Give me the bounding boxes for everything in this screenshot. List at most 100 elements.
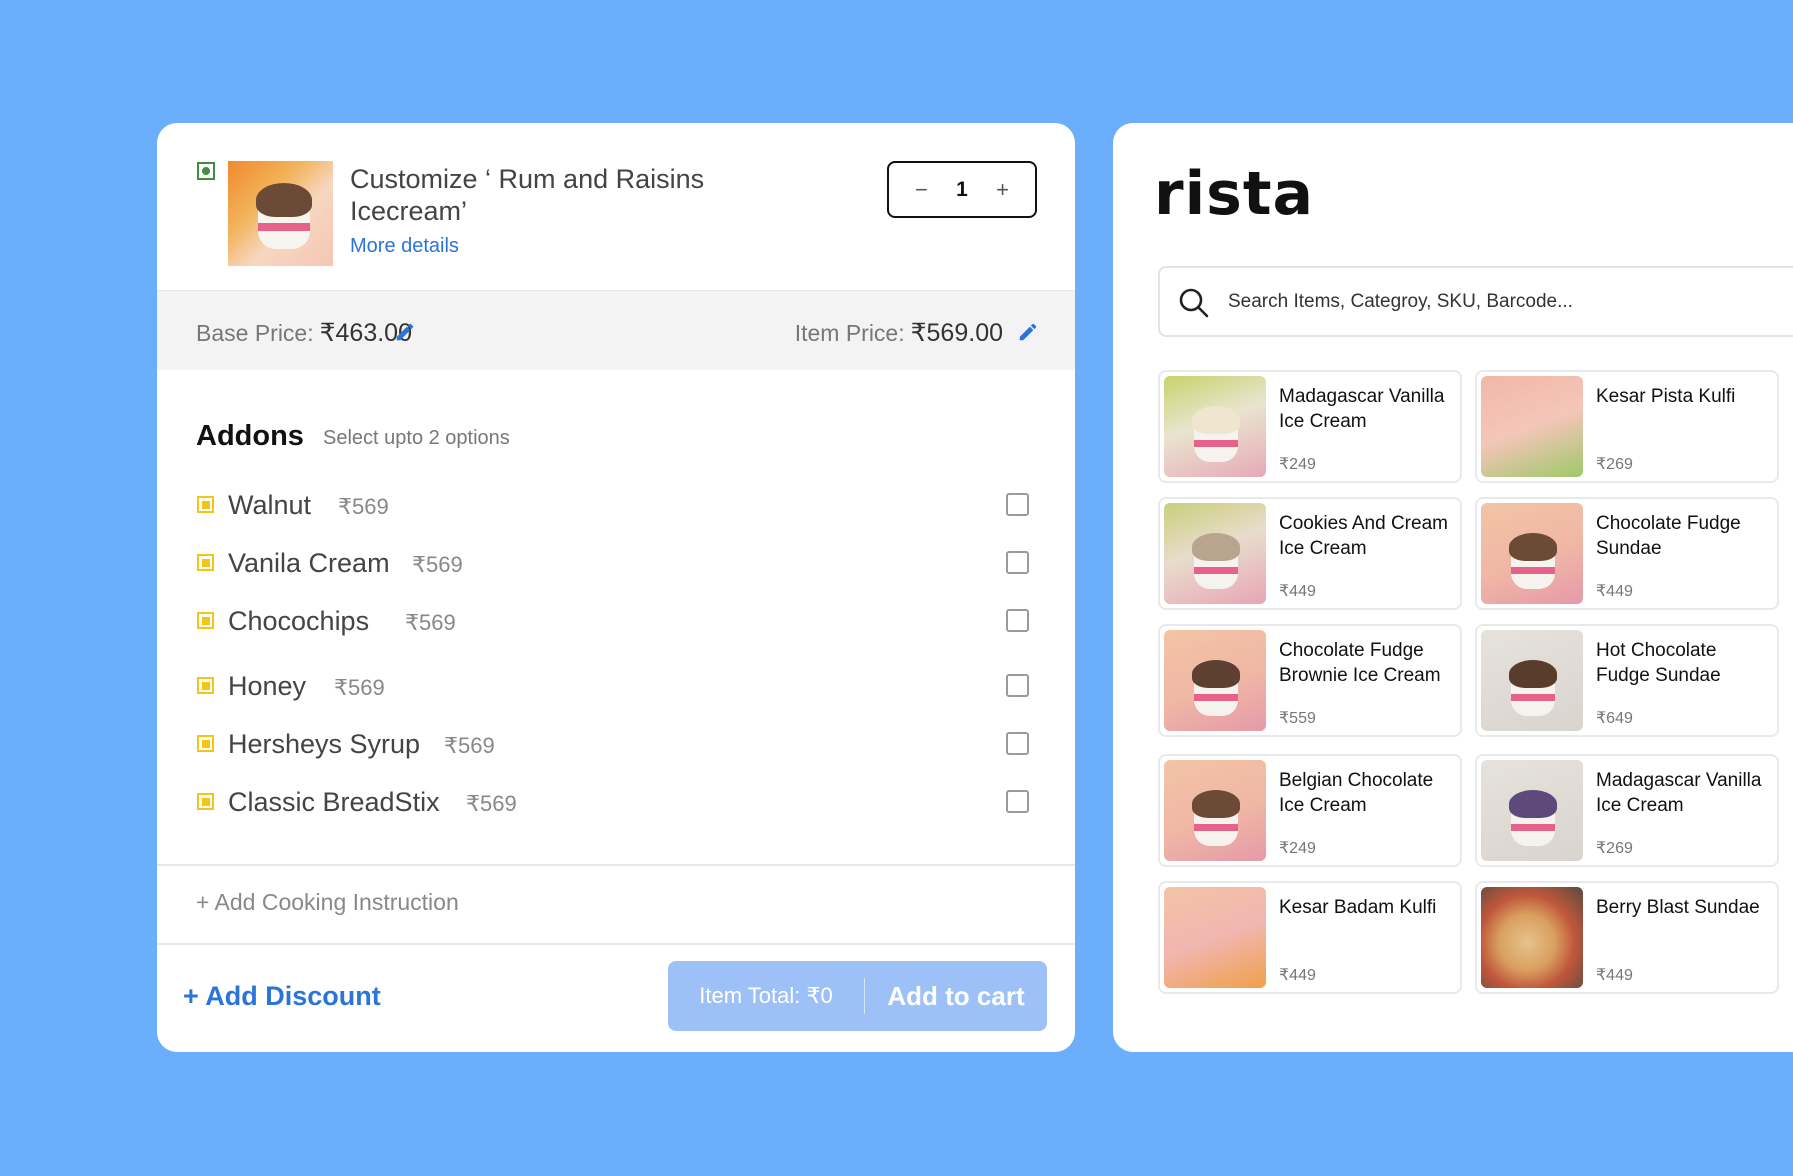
addon-name: Walnut xyxy=(228,490,312,520)
menu-item-image xyxy=(1481,503,1583,604)
rista-logo: rista xyxy=(1154,159,1315,229)
addon-row[interactable]: Honey ₹569 xyxy=(157,668,1075,708)
menu-item-price: ₹249 xyxy=(1279,456,1316,473)
addon-checkbox[interactable] xyxy=(1006,609,1029,632)
search-bar[interactable] xyxy=(1158,266,1793,337)
addon-row[interactable]: Hersheys Syrup ₹569 xyxy=(157,726,1075,766)
edit-base-price-icon[interactable] xyxy=(394,321,416,343)
increment-button[interactable]: + xyxy=(996,177,1009,203)
menu-item-price: ₹269 xyxy=(1596,456,1633,473)
menu-item-price: ₹649 xyxy=(1596,710,1633,727)
add-to-cart-button[interactable]: Item Total: ₹0 Add to cart xyxy=(668,961,1047,1031)
menu-item-image xyxy=(1481,630,1583,731)
menu-item-price: ₹249 xyxy=(1279,840,1316,857)
addons-subtitle: Select upto 2 options xyxy=(323,427,510,449)
menu-item-price: ₹449 xyxy=(1596,583,1633,600)
menu-item-name: Cookies And Cream Ice Cream xyxy=(1279,513,1448,559)
addons-heading: Addons xyxy=(196,420,304,452)
addon-price: ₹569 xyxy=(412,552,463,577)
menu-item-name: Madagascar Vanilla Ice Cream xyxy=(1279,386,1445,432)
search-icon xyxy=(1179,288,1209,318)
menu-item-card[interactable]: Chocolate Fudge Brownie Ice Cream ₹559 xyxy=(1158,624,1462,737)
customize-item-panel: Customize ‘ Rum and Raisins Icecream’ Mo… xyxy=(157,123,1075,1052)
addon-indicator-icon xyxy=(197,612,214,629)
menu-item-price: ₹449 xyxy=(1279,967,1316,984)
menu-item-image xyxy=(1164,760,1266,861)
addon-name: Classic BreadStix xyxy=(228,787,440,817)
menu-item-card[interactable]: Chocolate Fudge Sundae ₹449 xyxy=(1475,497,1779,610)
product-title: Customize ‘ Rum and Raisins Icecream’ xyxy=(350,164,705,226)
addon-checkbox[interactable] xyxy=(1006,674,1029,697)
quantity-value: 1 xyxy=(956,177,968,201)
menu-item-image xyxy=(1481,760,1583,861)
addon-price: ₹569 xyxy=(405,610,456,635)
item-price-label: Item Price: xyxy=(794,320,905,346)
menu-item-name: Berry Blast Sundae xyxy=(1596,897,1760,918)
addon-row[interactable]: Chocochips ₹569 xyxy=(157,603,1075,643)
add-cooking-instruction-link[interactable]: + Add Cooking Instruction xyxy=(196,889,459,916)
menu-item-card[interactable]: Madagascar Vanilla Ice Cream ₹269 xyxy=(1475,754,1779,867)
menu-item-card[interactable]: Kesar Pista Kulfi ₹269 xyxy=(1475,370,1779,483)
price-bar: Base Price: ₹463.00 Item Price: ₹569.00 xyxy=(157,290,1075,370)
menu-item-price: ₹449 xyxy=(1596,967,1633,984)
more-details-link[interactable]: More details xyxy=(350,235,459,258)
menu-item-image xyxy=(1164,376,1266,477)
addon-name: Hersheys Syrup xyxy=(228,729,421,759)
addon-name: Chocochips xyxy=(228,606,370,636)
menu-item-price: ₹559 xyxy=(1279,710,1316,727)
addon-row[interactable]: Walnut ₹569 xyxy=(157,487,1075,527)
addon-checkbox[interactable] xyxy=(1006,790,1029,813)
item-price-value: ₹569.00 xyxy=(910,319,1003,347)
addon-price: ₹569 xyxy=(466,791,517,816)
menu-item-image xyxy=(1481,887,1583,988)
menu-item-name: Kesar Badam Kulfi xyxy=(1279,897,1437,918)
addon-price: ₹569 xyxy=(444,733,495,758)
divider xyxy=(157,864,1075,866)
menu-item-image xyxy=(1164,503,1266,604)
addon-indicator-icon xyxy=(197,554,214,571)
menu-item-card[interactable]: Berry Blast Sundae ₹449 xyxy=(1475,881,1779,994)
addon-indicator-icon xyxy=(197,677,214,694)
catalog-panel: rista Madagascar Vanilla Ice Cream ₹249 … xyxy=(1113,123,1793,1052)
addon-indicator-icon xyxy=(197,735,214,752)
base-price: Base Price: ₹463.00 xyxy=(196,318,412,348)
menu-item-name: Chocolate Fudge Brownie Ice Cream xyxy=(1279,640,1441,686)
addon-name: Honey xyxy=(228,671,307,701)
addon-checkbox[interactable] xyxy=(1006,551,1029,574)
menu-item-price: ₹449 xyxy=(1279,583,1316,600)
menu-item-name: Kesar Pista Kulfi xyxy=(1596,386,1736,407)
menu-item-card[interactable]: Cookies And Cream Ice Cream ₹449 xyxy=(1158,497,1462,610)
addon-price: ₹569 xyxy=(334,675,385,700)
menu-item-card[interactable]: Kesar Badam Kulfi ₹449 xyxy=(1158,881,1462,994)
product-image xyxy=(228,161,333,266)
addon-row[interactable]: Vanila Cream ₹569 xyxy=(157,545,1075,585)
addon-price: ₹569 xyxy=(338,494,389,519)
item-price: Item Price: ₹569.00 xyxy=(795,318,1003,348)
menu-item-card[interactable]: Hot Chocolate Fudge Sundae ₹649 xyxy=(1475,624,1779,737)
item-header: Customize ‘ Rum and Raisins Icecream’ Mo… xyxy=(157,123,1075,290)
edit-item-price-icon[interactable] xyxy=(1017,321,1039,343)
base-price-label: Base Price: xyxy=(196,320,314,346)
addon-checkbox[interactable] xyxy=(1006,493,1029,516)
addon-row[interactable]: Classic BreadStix ₹569 xyxy=(157,784,1075,824)
menu-item-image xyxy=(1481,376,1583,477)
decrement-button[interactable]: − xyxy=(915,177,928,203)
addon-name: Vanila Cream xyxy=(228,548,390,578)
quantity-stepper[interactable]: − 1 + xyxy=(887,161,1037,218)
menu-item-name: Madagascar Vanilla Ice Cream xyxy=(1596,770,1762,816)
item-total: Item Total: ₹0 xyxy=(699,983,833,1008)
menu-item-image xyxy=(1164,887,1266,988)
menu-item-name: Hot Chocolate Fudge Sundae xyxy=(1596,640,1721,686)
menu-item-name: Chocolate Fudge Sundae xyxy=(1596,513,1741,559)
menu-item-price: ₹269 xyxy=(1596,840,1633,857)
menu-item-card[interactable]: Belgian Chocolate Ice Cream ₹249 xyxy=(1158,754,1462,867)
add-discount-link[interactable]: + Add Discount xyxy=(183,981,381,1012)
addon-checkbox[interactable] xyxy=(1006,732,1029,755)
menu-item-name: Belgian Chocolate Ice Cream xyxy=(1279,770,1434,816)
menu-item-image xyxy=(1164,630,1266,731)
addon-indicator-icon xyxy=(197,793,214,810)
addon-indicator-icon xyxy=(197,496,214,513)
menu-item-card[interactable]: Madagascar Vanilla Ice Cream ₹249 xyxy=(1158,370,1462,483)
search-input[interactable] xyxy=(1228,284,1788,320)
add-to-cart-label: Add to cart xyxy=(887,980,1025,1011)
